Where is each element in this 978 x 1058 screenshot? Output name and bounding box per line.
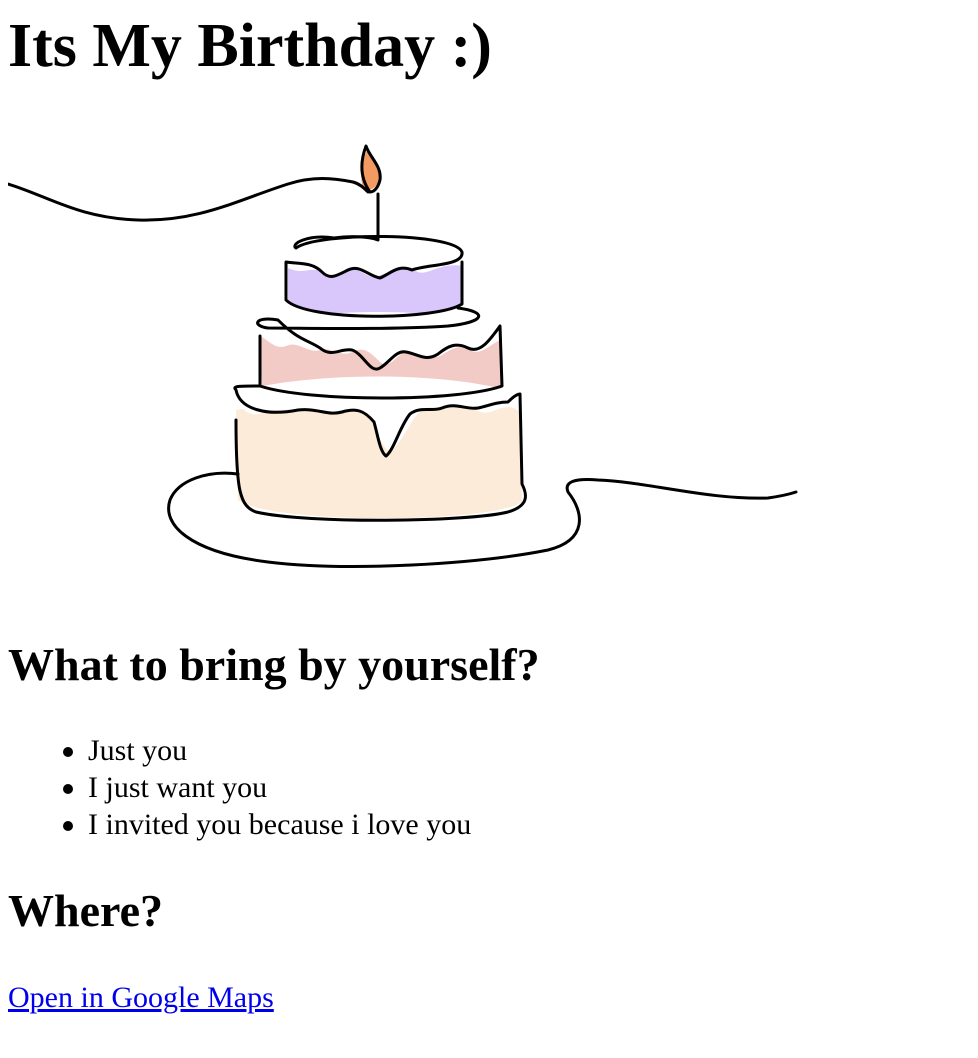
bring-list: Just you I just want you I invited you b…	[8, 732, 471, 843]
page-title: Its My Birthday :)	[8, 12, 492, 80]
birthday-cake-illustration	[8, 140, 808, 580]
list-item: Just you	[62, 732, 471, 769]
google-maps-link[interactable]: Open in Google Maps	[8, 978, 274, 1018]
bring-heading: What to bring by yourself?	[8, 639, 540, 690]
list-item: I just want you	[62, 769, 471, 806]
list-item: I invited you because i love you	[62, 808, 472, 841]
left-ribbon-line	[8, 177, 370, 222]
candle-line	[332, 192, 380, 242]
birthday-cake-icon	[8, 144, 798, 568]
where-heading: Where?	[8, 885, 164, 936]
page-content: Its My Birthday :) What to bring by your…	[8, 0, 978, 1058]
